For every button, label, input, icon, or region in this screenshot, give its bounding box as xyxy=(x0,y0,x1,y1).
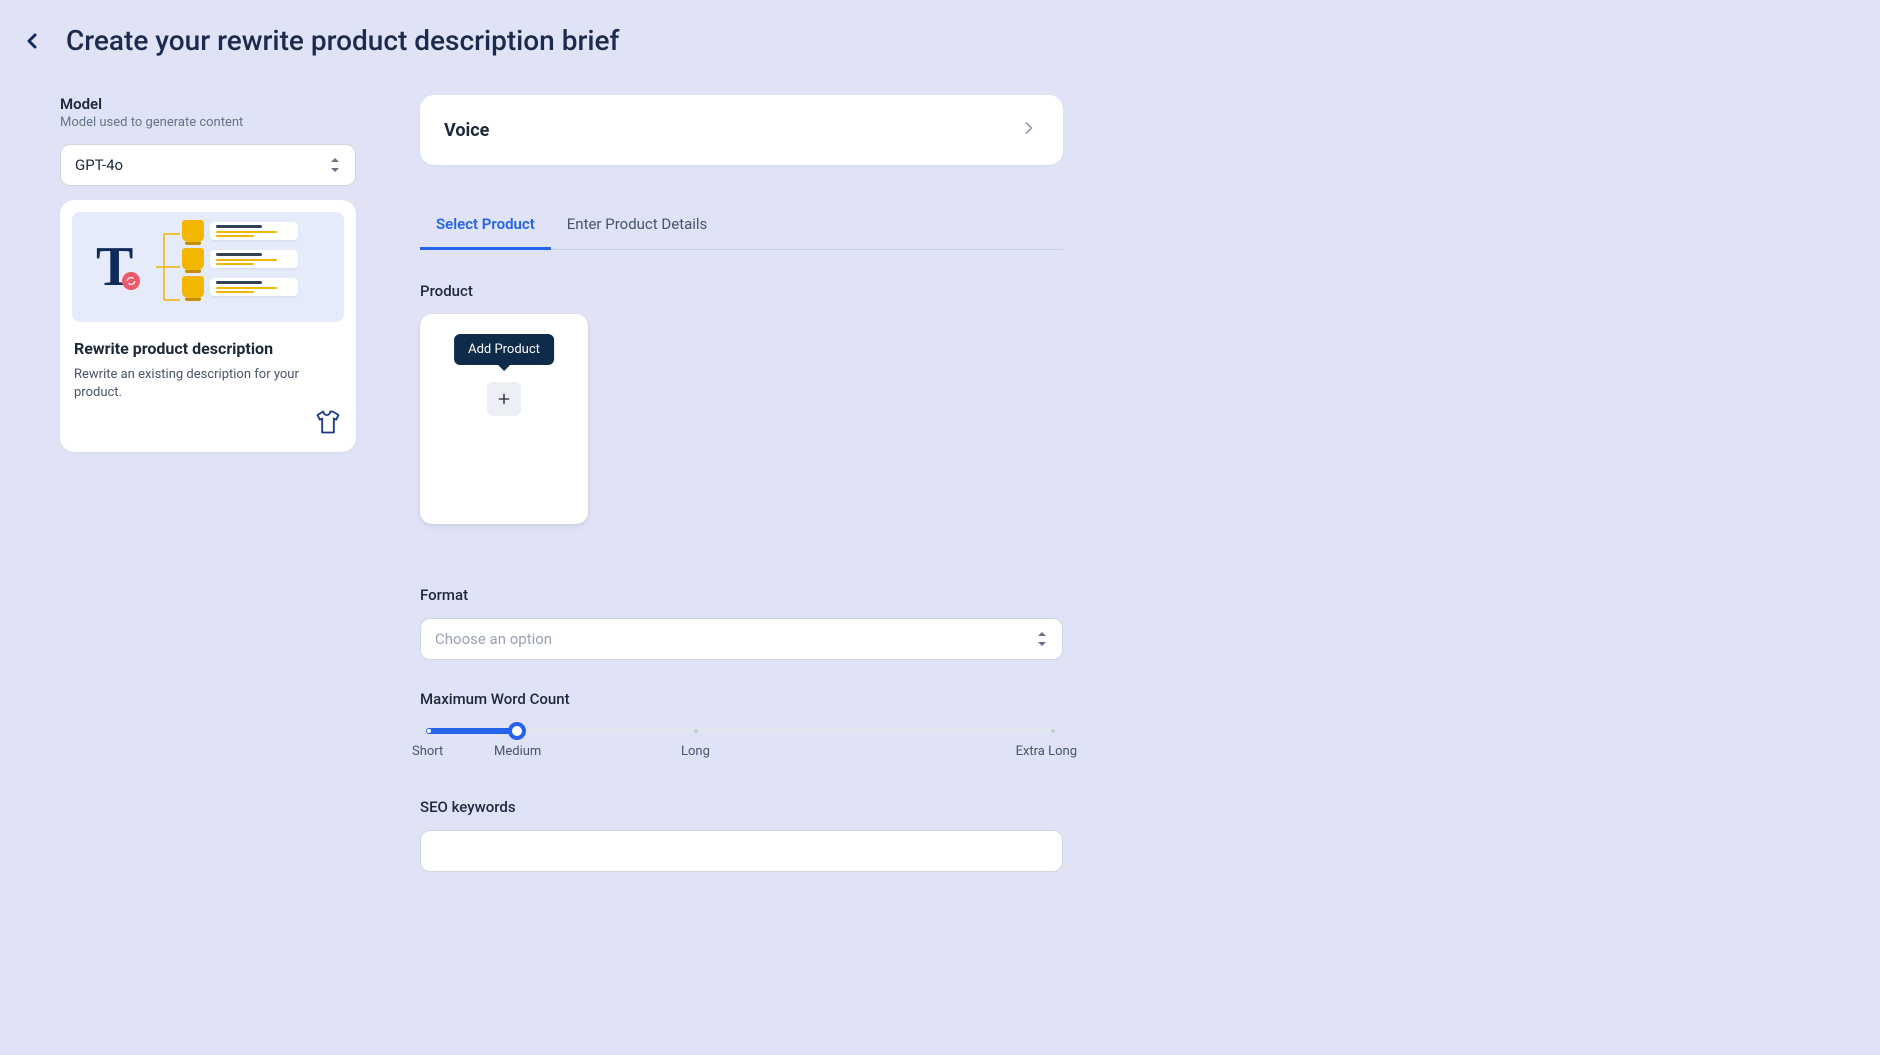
slider-label-medium: Medium xyxy=(494,744,541,759)
voice-row[interactable]: Voice xyxy=(420,95,1063,165)
updown-chevrons-icon xyxy=(331,158,341,172)
add-product-button[interactable] xyxy=(487,382,521,416)
tab-enter-product-details[interactable]: Enter Product Details xyxy=(551,201,724,250)
seo-label: SEO keywords xyxy=(420,798,1063,816)
product-slot: Add Product xyxy=(420,314,588,524)
template-card-description: Rewrite an existing description for your… xyxy=(74,366,342,402)
slider-tick xyxy=(427,729,431,733)
model-select[interactable]: GPT-4o xyxy=(60,144,356,186)
updown-chevrons-icon xyxy=(1038,632,1048,646)
back-button[interactable] xyxy=(18,27,46,55)
slider-tick xyxy=(694,729,698,733)
product-tabs: Select Product Enter Product Details xyxy=(420,201,1063,250)
slider-label-long: Long xyxy=(681,744,710,759)
mini-preview-rows xyxy=(182,220,298,298)
wordcount-slider[interactable]: Short Medium Long Extra Long xyxy=(420,722,1063,762)
product-label: Product xyxy=(420,282,1063,300)
model-select-value: GPT-4o xyxy=(75,156,123,174)
model-label: Model xyxy=(60,95,356,113)
template-card-title: Rewrite product description xyxy=(74,338,342,360)
model-sublabel: Model used to generate content xyxy=(60,115,356,130)
seo-input[interactable] xyxy=(420,830,1063,872)
tab-select-product[interactable]: Select Product xyxy=(420,201,551,250)
format-label: Format xyxy=(420,586,1063,604)
slider-tick xyxy=(1051,729,1055,733)
format-placeholder: Choose an option xyxy=(435,630,552,648)
sync-icon xyxy=(122,272,140,290)
slider-label-short: Short xyxy=(412,744,443,759)
page-title: Create your rewrite product description … xyxy=(66,24,619,57)
slider-label-extra-long: Extra Long xyxy=(1016,744,1077,759)
slider-fill xyxy=(426,728,518,734)
voice-label: Voice xyxy=(444,120,489,141)
tshirt-icon xyxy=(72,408,344,436)
template-card: T Rewrite product description Rewrite an… xyxy=(60,200,356,452)
slider-thumb[interactable] xyxy=(508,722,526,740)
template-card-image: T xyxy=(72,212,344,322)
branch-lines xyxy=(156,222,180,312)
chevron-right-icon xyxy=(1019,118,1039,142)
add-product-tooltip: Add Product xyxy=(454,334,554,365)
format-select[interactable]: Choose an option xyxy=(420,618,1063,660)
wordcount-label: Maximum Word Count xyxy=(420,690,1063,708)
